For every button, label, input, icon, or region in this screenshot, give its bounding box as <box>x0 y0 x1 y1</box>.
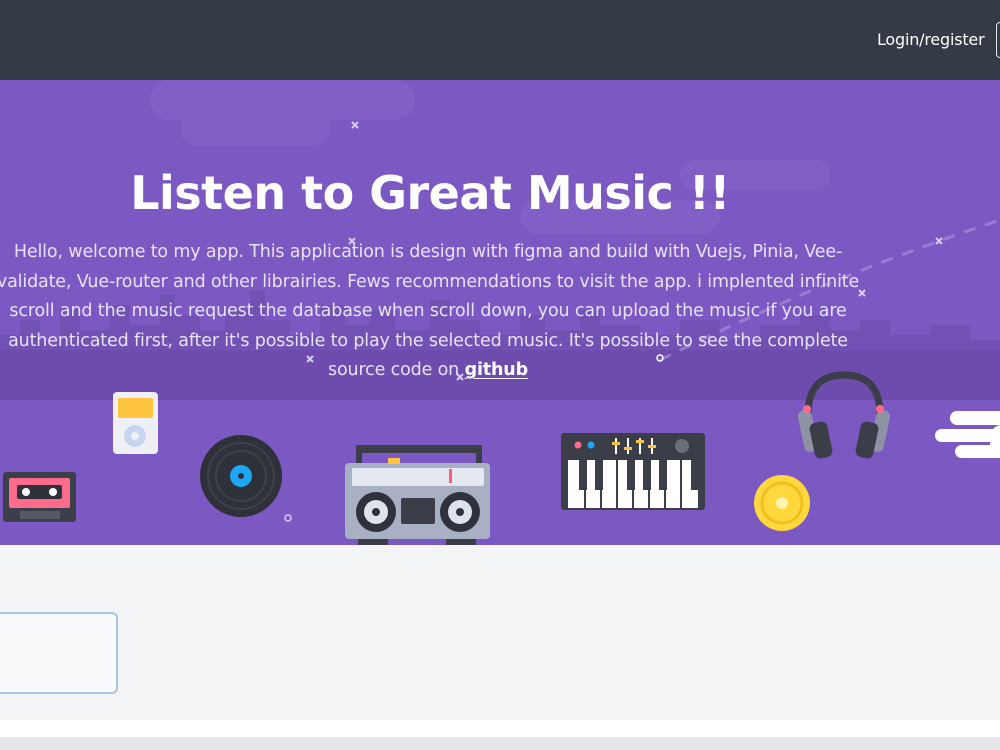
search-input[interactable] <box>0 612 118 694</box>
vinyl-record-icon <box>200 435 282 517</box>
music-illustrations <box>3 371 1000 545</box>
navbar-toggle-button[interactable] <box>996 22 1000 58</box>
headphones-icon <box>797 371 891 459</box>
content-card-top <box>0 720 1000 737</box>
main-content <box>0 545 1000 720</box>
cd-icon <box>754 475 810 531</box>
login-register-link[interactable]: Login/register <box>877 30 985 49</box>
cassette-icon <box>3 472 76 522</box>
hero-banner: Listen to Great Music !! Hello, welcome … <box>0 80 1000 545</box>
boombox-icon <box>345 445 490 545</box>
ipod-icon <box>113 392 158 454</box>
synthesizer-icon <box>561 433 705 510</box>
top-navbar: Login/register <box>0 0 1000 80</box>
content-divider <box>0 737 1000 750</box>
cloud-shape <box>935 411 1000 458</box>
